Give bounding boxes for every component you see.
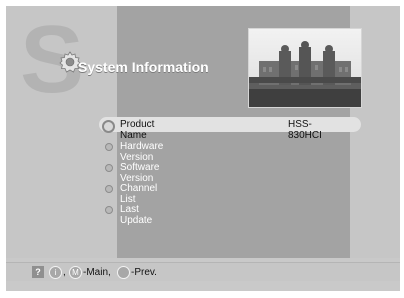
menu-item-hardware-version[interactable]: Hardware Version (120, 141, 163, 163)
building-photo (248, 28, 362, 108)
main-label: -Main, (83, 267, 111, 278)
menu-item-last-update[interactable]: Last Update (120, 204, 152, 226)
radio-selected-icon (102, 120, 115, 133)
system-information-screen: S System Information Product Name HSS-83… (6, 6, 400, 291)
radio-icon (105, 164, 113, 172)
info-icon[interactable]: i (49, 266, 62, 279)
footer-help-bar: ? i , M -Main, -Prev. (6, 262, 400, 281)
radio-icon (105, 143, 113, 151)
menu-item-product-name[interactable]: Product Name (120, 119, 154, 141)
back-button-icon[interactable] (117, 266, 130, 279)
radio-icon (105, 185, 113, 193)
product-name-value: HSS-830HCI (288, 119, 322, 141)
menu-button-icon[interactable]: M (69, 266, 82, 279)
radio-icon (105, 206, 113, 214)
prev-label: -Prev. (131, 267, 157, 278)
help-icon[interactable]: ? (32, 266, 44, 278)
footer-separator: , (63, 267, 66, 278)
menu-item-channel-list[interactable]: Channel List (120, 183, 157, 205)
page-title: System Information (78, 59, 209, 75)
menu-item-software-version[interactable]: Software Version (120, 162, 159, 184)
